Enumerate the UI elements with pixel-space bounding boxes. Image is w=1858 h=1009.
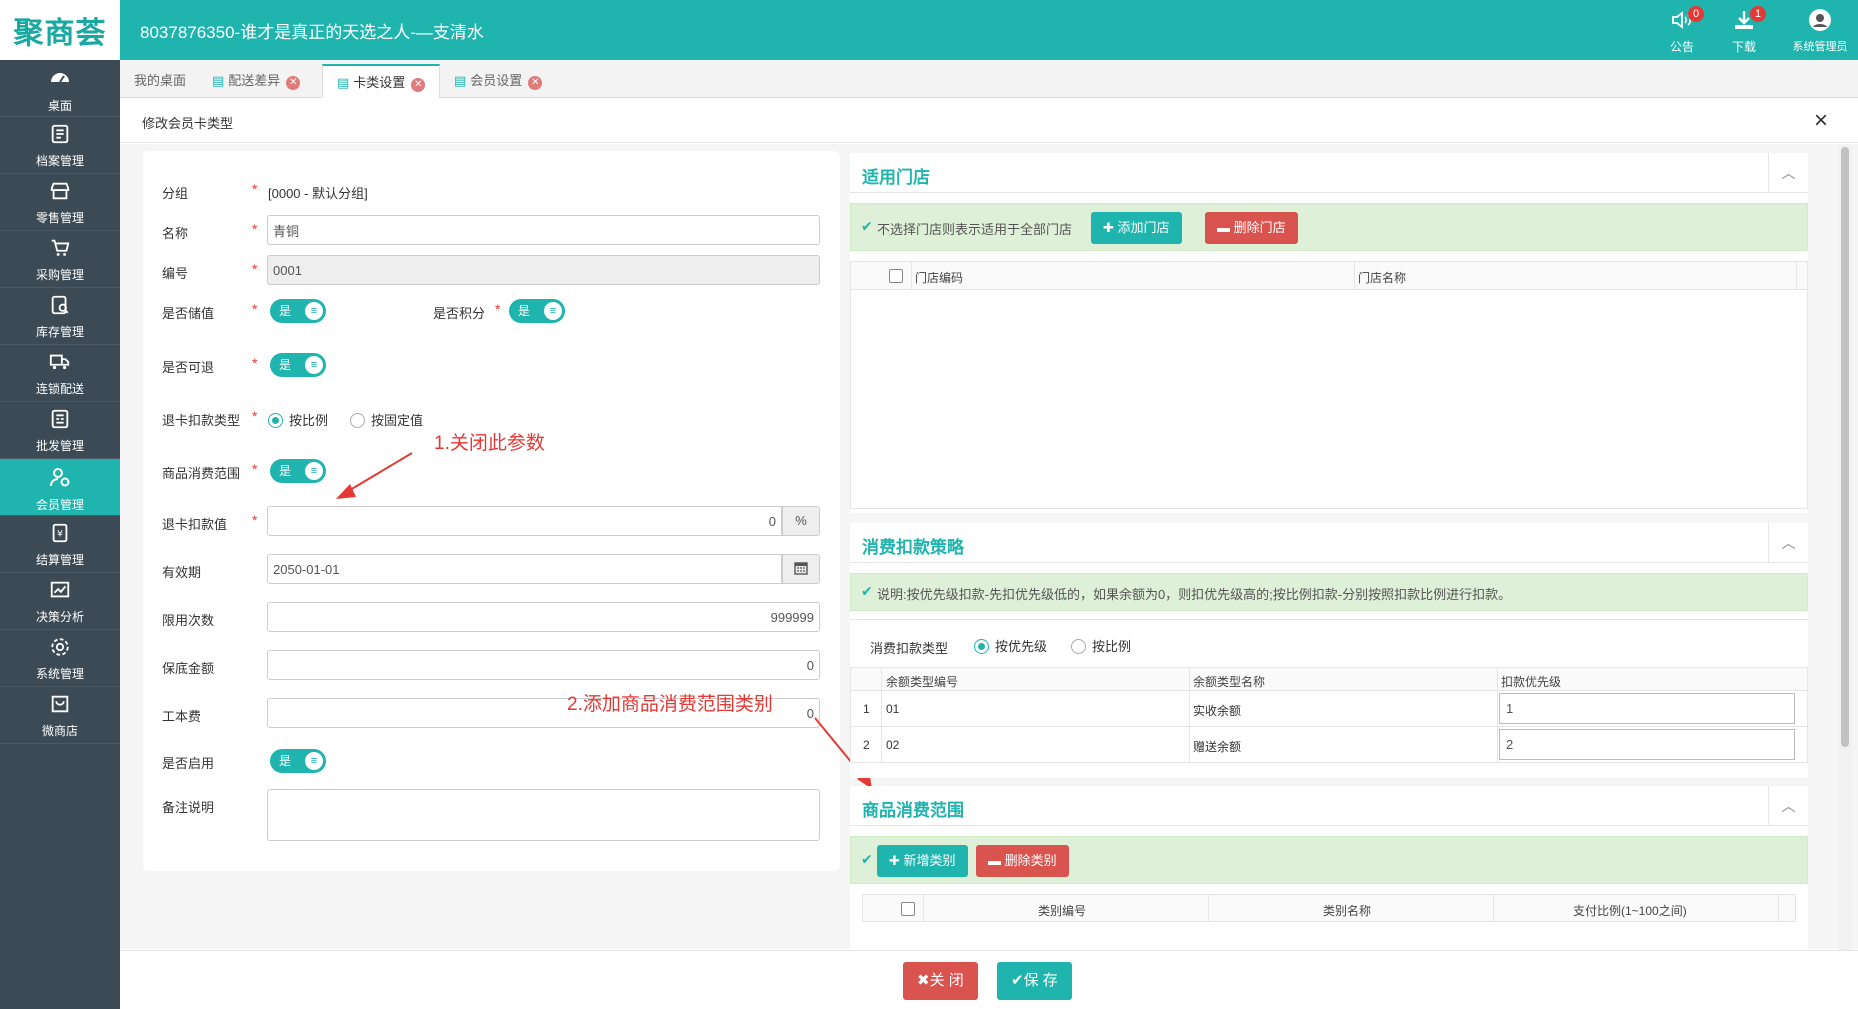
check-icon: ✔ xyxy=(861,218,873,234)
select-all-checkbox[interactable] xyxy=(889,269,903,286)
strategy-panel: 消费扣款策略 ︿ ✔ 说明:按优先级扣款-先扣优先级低的，如果余额为0，则扣优先… xyxy=(850,523,1808,778)
priority-input[interactable]: 1 xyxy=(1499,693,1795,724)
check-icon: ✔ xyxy=(861,851,873,867)
scope-toolbar: ✔ ✚ 新增类别 ▬ 删除类别 xyxy=(850,836,1808,884)
stores-panel-title: 适用门店 xyxy=(862,168,930,187)
stores-panel: 适用门店 ︿ ✔ 不选择门店则表示适用于全部门店 ✚ 添加门店 ▬ 删除门店 门… xyxy=(850,153,1808,513)
scope-panel: 商品消费范围 ︿ ✔ ✚ 新增类别 ▬ 删除类别 类别编号 类别名称 支付比例(… xyxy=(850,786,1808,950)
add-store-button[interactable]: ✚ 添加门店 xyxy=(1091,212,1182,244)
save-button[interactable]: ✔保 存 xyxy=(997,962,1072,1000)
vertical-scrollbar[interactable] xyxy=(1838,145,1852,950)
add-category-button[interactable]: ✚ 新增类别 xyxy=(877,845,968,877)
deduct-ratio-radio[interactable]: 按比例 xyxy=(1071,636,1131,655)
chevron-up-icon[interactable]: ︿ xyxy=(1768,153,1808,193)
scope-panel-title: 商品消费范围 xyxy=(862,801,964,820)
delete-category-button[interactable]: ▬ 删除类别 xyxy=(976,845,1069,877)
dialog-footer: ✖关 闭 ✔保 存 xyxy=(120,950,1858,1009)
strategy-notice: ✔ 说明:按优先级扣款-先扣优先级低的，如果余额为0，则扣优先级高的;按比例扣款… xyxy=(850,573,1808,611)
priority-input[interactable]: 2 xyxy=(1499,729,1795,760)
table-row: 2 02 赠送余额 2 xyxy=(850,727,1808,763)
stores-grid: 门店编码 门店名称 xyxy=(850,261,1808,509)
close-button[interactable]: ✖关 闭 xyxy=(903,962,978,1000)
delete-store-button[interactable]: ▬ 删除门店 xyxy=(1205,212,1298,244)
deduct-priority-radio[interactable]: 按优先级 xyxy=(974,636,1047,655)
strategy-panel-title: 消费扣款策略 xyxy=(862,538,964,557)
chevron-up-icon[interactable]: ︿ xyxy=(1768,523,1808,563)
select-all-checkbox[interactable] xyxy=(901,902,915,919)
stores-notice: ✔ 不选择门店则表示适用于全部门店 ✚ 添加门店 ▬ 删除门店 xyxy=(850,203,1808,251)
table-row: 1 01 实收余额 1 xyxy=(850,691,1808,727)
check-icon: ✔ xyxy=(861,583,873,599)
chevron-up-icon[interactable]: ︿ xyxy=(1768,786,1808,826)
